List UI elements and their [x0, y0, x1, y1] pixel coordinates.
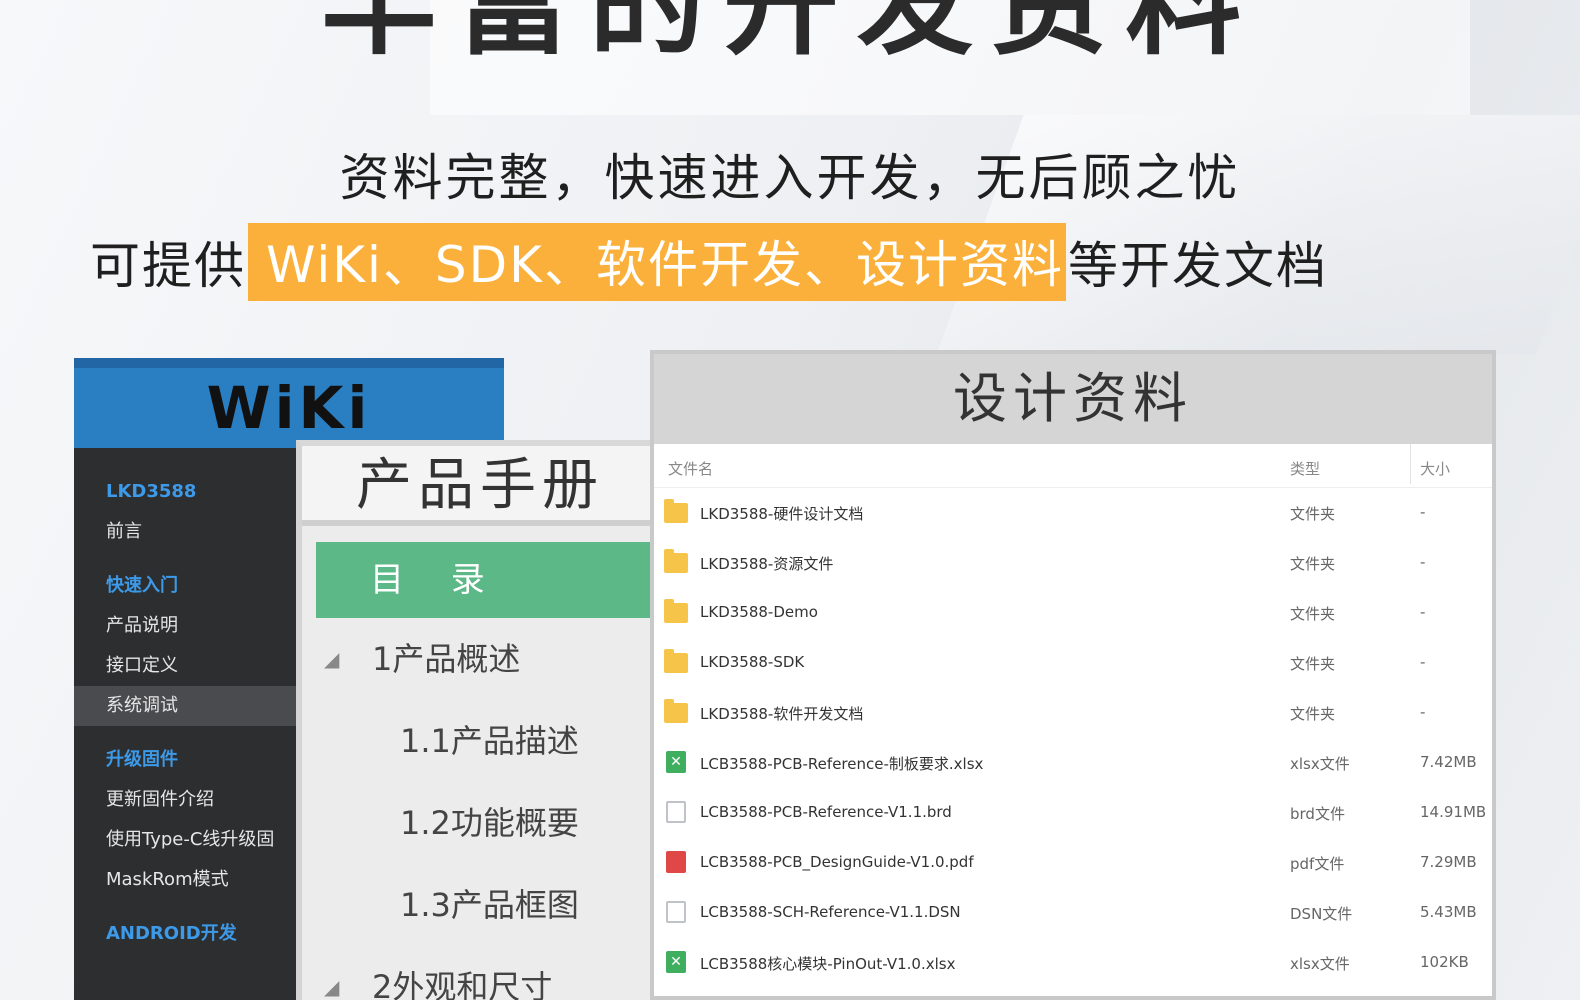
- collapse-triangle-icon[interactable]: ◢: [324, 946, 339, 1000]
- hero-subtitle: 资料完整，快速进入开发，无后顾之忧: [339, 149, 1241, 207]
- file-size: -: [1420, 553, 1426, 571]
- provides-suffix: 等开发文档: [1067, 237, 1328, 295]
- pdf-file-icon: [666, 851, 686, 873]
- file-row[interactable]: LKD3588-SDK 文件夹 -: [654, 638, 1492, 688]
- file-row[interactable]: LCB3588-PCB_DesignGuide-V1.0.pdf pdf文件 7.2…: [654, 838, 1492, 888]
- column-divider[interactable]: [1410, 444, 1411, 484]
- file-row[interactable]: LCB3588-SCH-Reference-V1.1.DSN DSN文件 5.43M…: [654, 888, 1492, 938]
- file-name: LKD3588-资源文件: [700, 555, 834, 573]
- file-name: LCB3588-PCB-Reference-V1.1.brd: [700, 803, 952, 821]
- provides-highlight: WiKi、SDK、软件开发、设计资料: [248, 223, 1066, 301]
- file-size: 7.42MB: [1420, 753, 1477, 771]
- file-size: -: [1420, 603, 1426, 621]
- file-name: LCB3588-PCB_DesignGuide-V1.0.pdf: [700, 853, 974, 871]
- excel-file-icon: ✕: [666, 951, 686, 973]
- file-name: LKD3588-SDK: [700, 653, 805, 671]
- file-row[interactable]: LKD3588-软件开发文档 文件夹 -: [654, 688, 1492, 738]
- file-size: 5.43MB: [1420, 903, 1477, 921]
- files-window-title: 设计资料: [654, 354, 1492, 444]
- file-type: xlsx文件: [1290, 955, 1350, 973]
- file-size: -: [1420, 653, 1426, 671]
- toc-item[interactable]: ◢ 1产品概述: [302, 618, 656, 700]
- file-type: 文件夹: [1290, 605, 1336, 623]
- file-size: -: [1420, 703, 1426, 721]
- file-list: LKD3588-硬件设计文档 文件夹 - LKD3588-资源文件 文件夹 - LKD358…: [654, 488, 1492, 988]
- sidebar-item-typec-upgrade[interactable]: 使用Type-C线升级固: [74, 820, 299, 860]
- file-name: LKD3588-软件开发文档: [700, 705, 864, 723]
- file-type: DSN文件: [1290, 905, 1353, 923]
- file-size: 7.29MB: [1420, 853, 1477, 871]
- file-name: LKD3588-硬件设计文档: [700, 505, 864, 523]
- file-row[interactable]: LKD3588-Demo 文件夹 -: [654, 588, 1492, 638]
- collapse-triangle-icon[interactable]: ◢: [324, 618, 339, 700]
- file-size: 102KB: [1420, 953, 1469, 971]
- file-type: 文件夹: [1290, 705, 1336, 723]
- sidebar-item-product-description[interactable]: 产品说明: [74, 606, 299, 646]
- column-header-size[interactable]: 大小: [1420, 458, 1450, 479]
- product-manual-panel: 产品手册 目 录 ◢ 1产品概述 1.1产品描述 1.2功能概要 1.3产品框图…: [296, 440, 656, 1000]
- sidebar-item-preface[interactable]: 前言: [74, 512, 299, 552]
- toc-item-label: 2外观和尺寸: [372, 968, 553, 1000]
- column-header-name[interactable]: 文件名: [668, 458, 713, 479]
- wiki-window-title: WiKi: [74, 358, 504, 448]
- sidebar-section-upgrade-firmware[interactable]: 升级固件: [74, 740, 299, 780]
- folder-icon: [664, 699, 688, 723]
- file-type: 文件夹: [1290, 655, 1336, 673]
- sidebar-item-maskrom-mode[interactable]: MaskRom模式: [74, 860, 299, 900]
- folder-icon: [664, 599, 688, 623]
- file-row[interactable]: LKD3588-硬件设计文档 文件夹 -: [654, 488, 1492, 538]
- sidebar-section-quick-start[interactable]: 快速入门: [74, 566, 299, 606]
- wiki-sidebar: LKD3588 前言 快速入门 产品说明 接口定义 系统调试 升级固件 更新固件…: [74, 448, 299, 1000]
- provides-prefix: 可提供: [90, 237, 246, 295]
- toc-item-label: 1产品概述: [372, 640, 521, 678]
- file-name: LCB3588核心模块-PinOut-V1.0.xlsx: [700, 955, 956, 973]
- file-name: LCB3588-SCH-Reference-V1.1.DSN: [700, 903, 961, 921]
- folder-icon: [664, 499, 688, 523]
- file-row[interactable]: LKD3588-资源文件 文件夹 -: [654, 538, 1492, 588]
- manual-title: 产品手册: [302, 446, 656, 526]
- file-row[interactable]: ✕ LCB3588-PCB-Reference-制板要求.xlsx xlsx文件 7.…: [654, 738, 1492, 788]
- toc-item-label: 1.1产品描述: [400, 722, 579, 760]
- toc-item-label: 1.2功能概要: [400, 804, 579, 842]
- toc-item[interactable]: ◢ 2外观和尺寸: [302, 946, 656, 1000]
- sidebar-section-android-dev[interactable]: ANDROID开发: [74, 914, 299, 954]
- folder-icon: [664, 649, 688, 673]
- column-header-type[interactable]: 类型: [1290, 458, 1320, 479]
- sidebar-item-system-debug[interactable]: 系统调试: [74, 686, 299, 726]
- excel-file-icon: ✕: [666, 751, 686, 773]
- design-files-window: 设计资料 文件名 类型 大小 LKD3588-硬件设计文档 文件夹 - LKD3588…: [650, 350, 1496, 1000]
- file-type: xlsx文件: [1290, 755, 1350, 773]
- file-name: LCB3588-PCB-Reference-制板要求.xlsx: [700, 755, 984, 773]
- provides-line: 可提供 WiKi、SDK、软件开发、设计资料 等开发文档: [90, 222, 1328, 302]
- file-row[interactable]: ✕ LCB3588核心模块-PinOut-V1.0.xlsx xlsx文件 102KB: [654, 938, 1492, 988]
- file-type: pdf文件: [1290, 855, 1345, 873]
- sidebar-item-update-firmware-intro[interactable]: 更新固件介绍: [74, 780, 299, 820]
- toc-item[interactable]: 1.3产品框图: [302, 864, 656, 946]
- file-type: 文件夹: [1290, 555, 1336, 573]
- file-row[interactable]: LCB3588-PCB-Reference-V1.1.brd brd文件 14.91…: [654, 788, 1492, 838]
- file-name: LKD3588-Demo: [700, 603, 818, 621]
- file-size: 14.91MB: [1420, 803, 1487, 821]
- document-file-icon: [666, 801, 686, 823]
- sidebar-item-interface-definition[interactable]: 接口定义: [74, 646, 299, 686]
- folder-icon: [664, 549, 688, 573]
- file-size: -: [1420, 503, 1426, 521]
- toc-header: 目 录: [316, 542, 656, 618]
- sidebar-section-lkd3588[interactable]: LKD3588: [74, 472, 299, 512]
- file-type: brd文件: [1290, 805, 1345, 823]
- file-type: 文件夹: [1290, 505, 1336, 523]
- toc-item-label: 1.3产品框图: [400, 886, 579, 924]
- toc-item[interactable]: 1.1产品描述: [302, 700, 656, 782]
- toc-item[interactable]: 1.2功能概要: [302, 782, 656, 864]
- hero-title: 丰富的开发资料: [321, 0, 1259, 71]
- document-file-icon: [666, 901, 686, 923]
- file-list-header: 文件名 类型 大小: [654, 444, 1492, 488]
